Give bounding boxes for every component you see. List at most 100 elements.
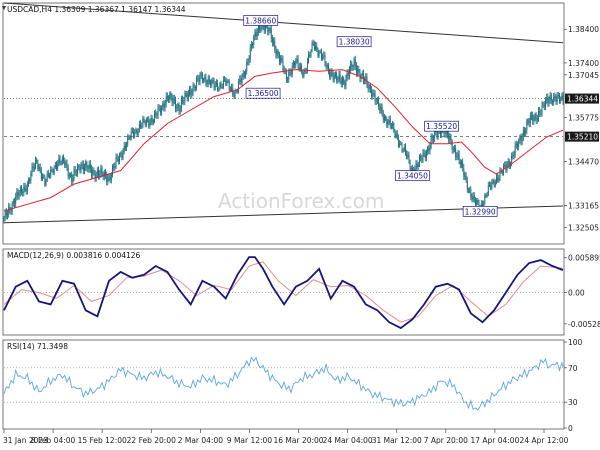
candle-body [67, 167, 69, 177]
candle-body [39, 167, 41, 172]
candle-body [63, 157, 64, 162]
candle-body [475, 200, 476, 205]
axis-layer: 1.38400 1.37400 1.37045 1.35775 1.34470 1.331… [3, 25, 600, 445]
candle-body [540, 112, 542, 114]
candle-body [512, 155, 514, 157]
candle-body [210, 81, 212, 86]
candle-body [549, 94, 551, 101]
candle-body [524, 130, 525, 134]
candle-body [361, 73, 363, 76]
candle-body [535, 114, 537, 120]
candle-body [511, 155, 513, 163]
candle-body [268, 29, 270, 32]
candle-body [30, 173, 32, 181]
candle-body [409, 161, 411, 170]
candle-body [192, 85, 194, 93]
candle-body [194, 87, 196, 88]
candle-body [88, 163, 90, 169]
candle-body [367, 83, 369, 89]
candle-body [212, 79, 214, 82]
candle-body [424, 153, 426, 158]
candle-body [18, 192, 20, 197]
candle-body [423, 153, 425, 154]
candle-body [312, 42, 314, 45]
candle-body [119, 154, 120, 162]
candle-body [218, 88, 220, 90]
candle-body [518, 139, 520, 147]
candle-body [429, 145, 431, 151]
candle-body [219, 83, 221, 89]
candle-body [23, 186, 25, 194]
candle-body [371, 89, 373, 96]
candle-body [233, 94, 235, 97]
candle-body [514, 145, 516, 155]
candle-body [520, 137, 522, 142]
candle-body [241, 77, 243, 83]
candle-body [382, 113, 384, 121]
candle-body [78, 165, 80, 167]
candle-body [387, 122, 389, 126]
macd-panel-frame [2, 248, 565, 336]
candle-body [176, 106, 178, 109]
candle-body [68, 174, 70, 177]
candle-body [52, 170, 54, 174]
candle-body [539, 110, 541, 113]
candle-body [198, 78, 200, 82]
price-tag-label: 1.36344 [567, 95, 598, 104]
rsi-y-tick-label: 100 [568, 338, 583, 347]
candle-body [395, 133, 397, 137]
candle-body [444, 133, 446, 134]
candle-body [515, 144, 517, 146]
candle-body [358, 69, 360, 72]
candle-body [493, 180, 495, 186]
candle-body [548, 100, 550, 104]
candle-body [131, 131, 133, 133]
candle-body [208, 78, 210, 82]
candle-body [283, 68, 285, 71]
candle-body [8, 206, 10, 214]
candle-body [21, 187, 22, 192]
candle-body [73, 169, 75, 178]
candle-body [166, 96, 168, 98]
candle-body [448, 134, 450, 140]
candle-body [364, 80, 366, 82]
candle-body [12, 201, 14, 203]
candle-body [142, 118, 144, 127]
candle-body [559, 95, 560, 101]
candle-body [130, 131, 132, 139]
candle-body [455, 148, 457, 157]
candle-body [231, 87, 233, 90]
candle-body [322, 57, 324, 59]
candle-body [122, 151, 124, 158]
candle-body [217, 83, 219, 90]
candle-body [459, 160, 461, 165]
candle-body [462, 161, 464, 168]
candle-body [324, 55, 326, 64]
candle-body [350, 63, 352, 70]
candle-body [59, 158, 61, 163]
candle-body [224, 80, 226, 81]
candle-body [199, 75, 201, 82]
candle-body [172, 98, 174, 103]
candle-body [17, 192, 19, 197]
candle-body [421, 158, 423, 160]
candle-body [248, 59, 250, 62]
candle-body [121, 153, 123, 158]
candle-body [154, 112, 155, 121]
candle-body [170, 93, 172, 97]
candle-body [289, 72, 291, 73]
candle-body [399, 143, 401, 147]
candle-body [226, 80, 228, 85]
candle-body [221, 87, 223, 88]
candle-body [420, 156, 422, 159]
candle-body [492, 180, 494, 183]
macd-y-tick-label: 0.005895 [568, 254, 600, 263]
candle-body [187, 92, 189, 98]
candle-body [436, 131, 438, 136]
candle-body [338, 74, 340, 79]
candle-body [47, 173, 49, 177]
candle-body [394, 130, 396, 137]
candle-body [189, 89, 191, 93]
candle-body [369, 85, 371, 90]
candle-body [380, 107, 382, 111]
